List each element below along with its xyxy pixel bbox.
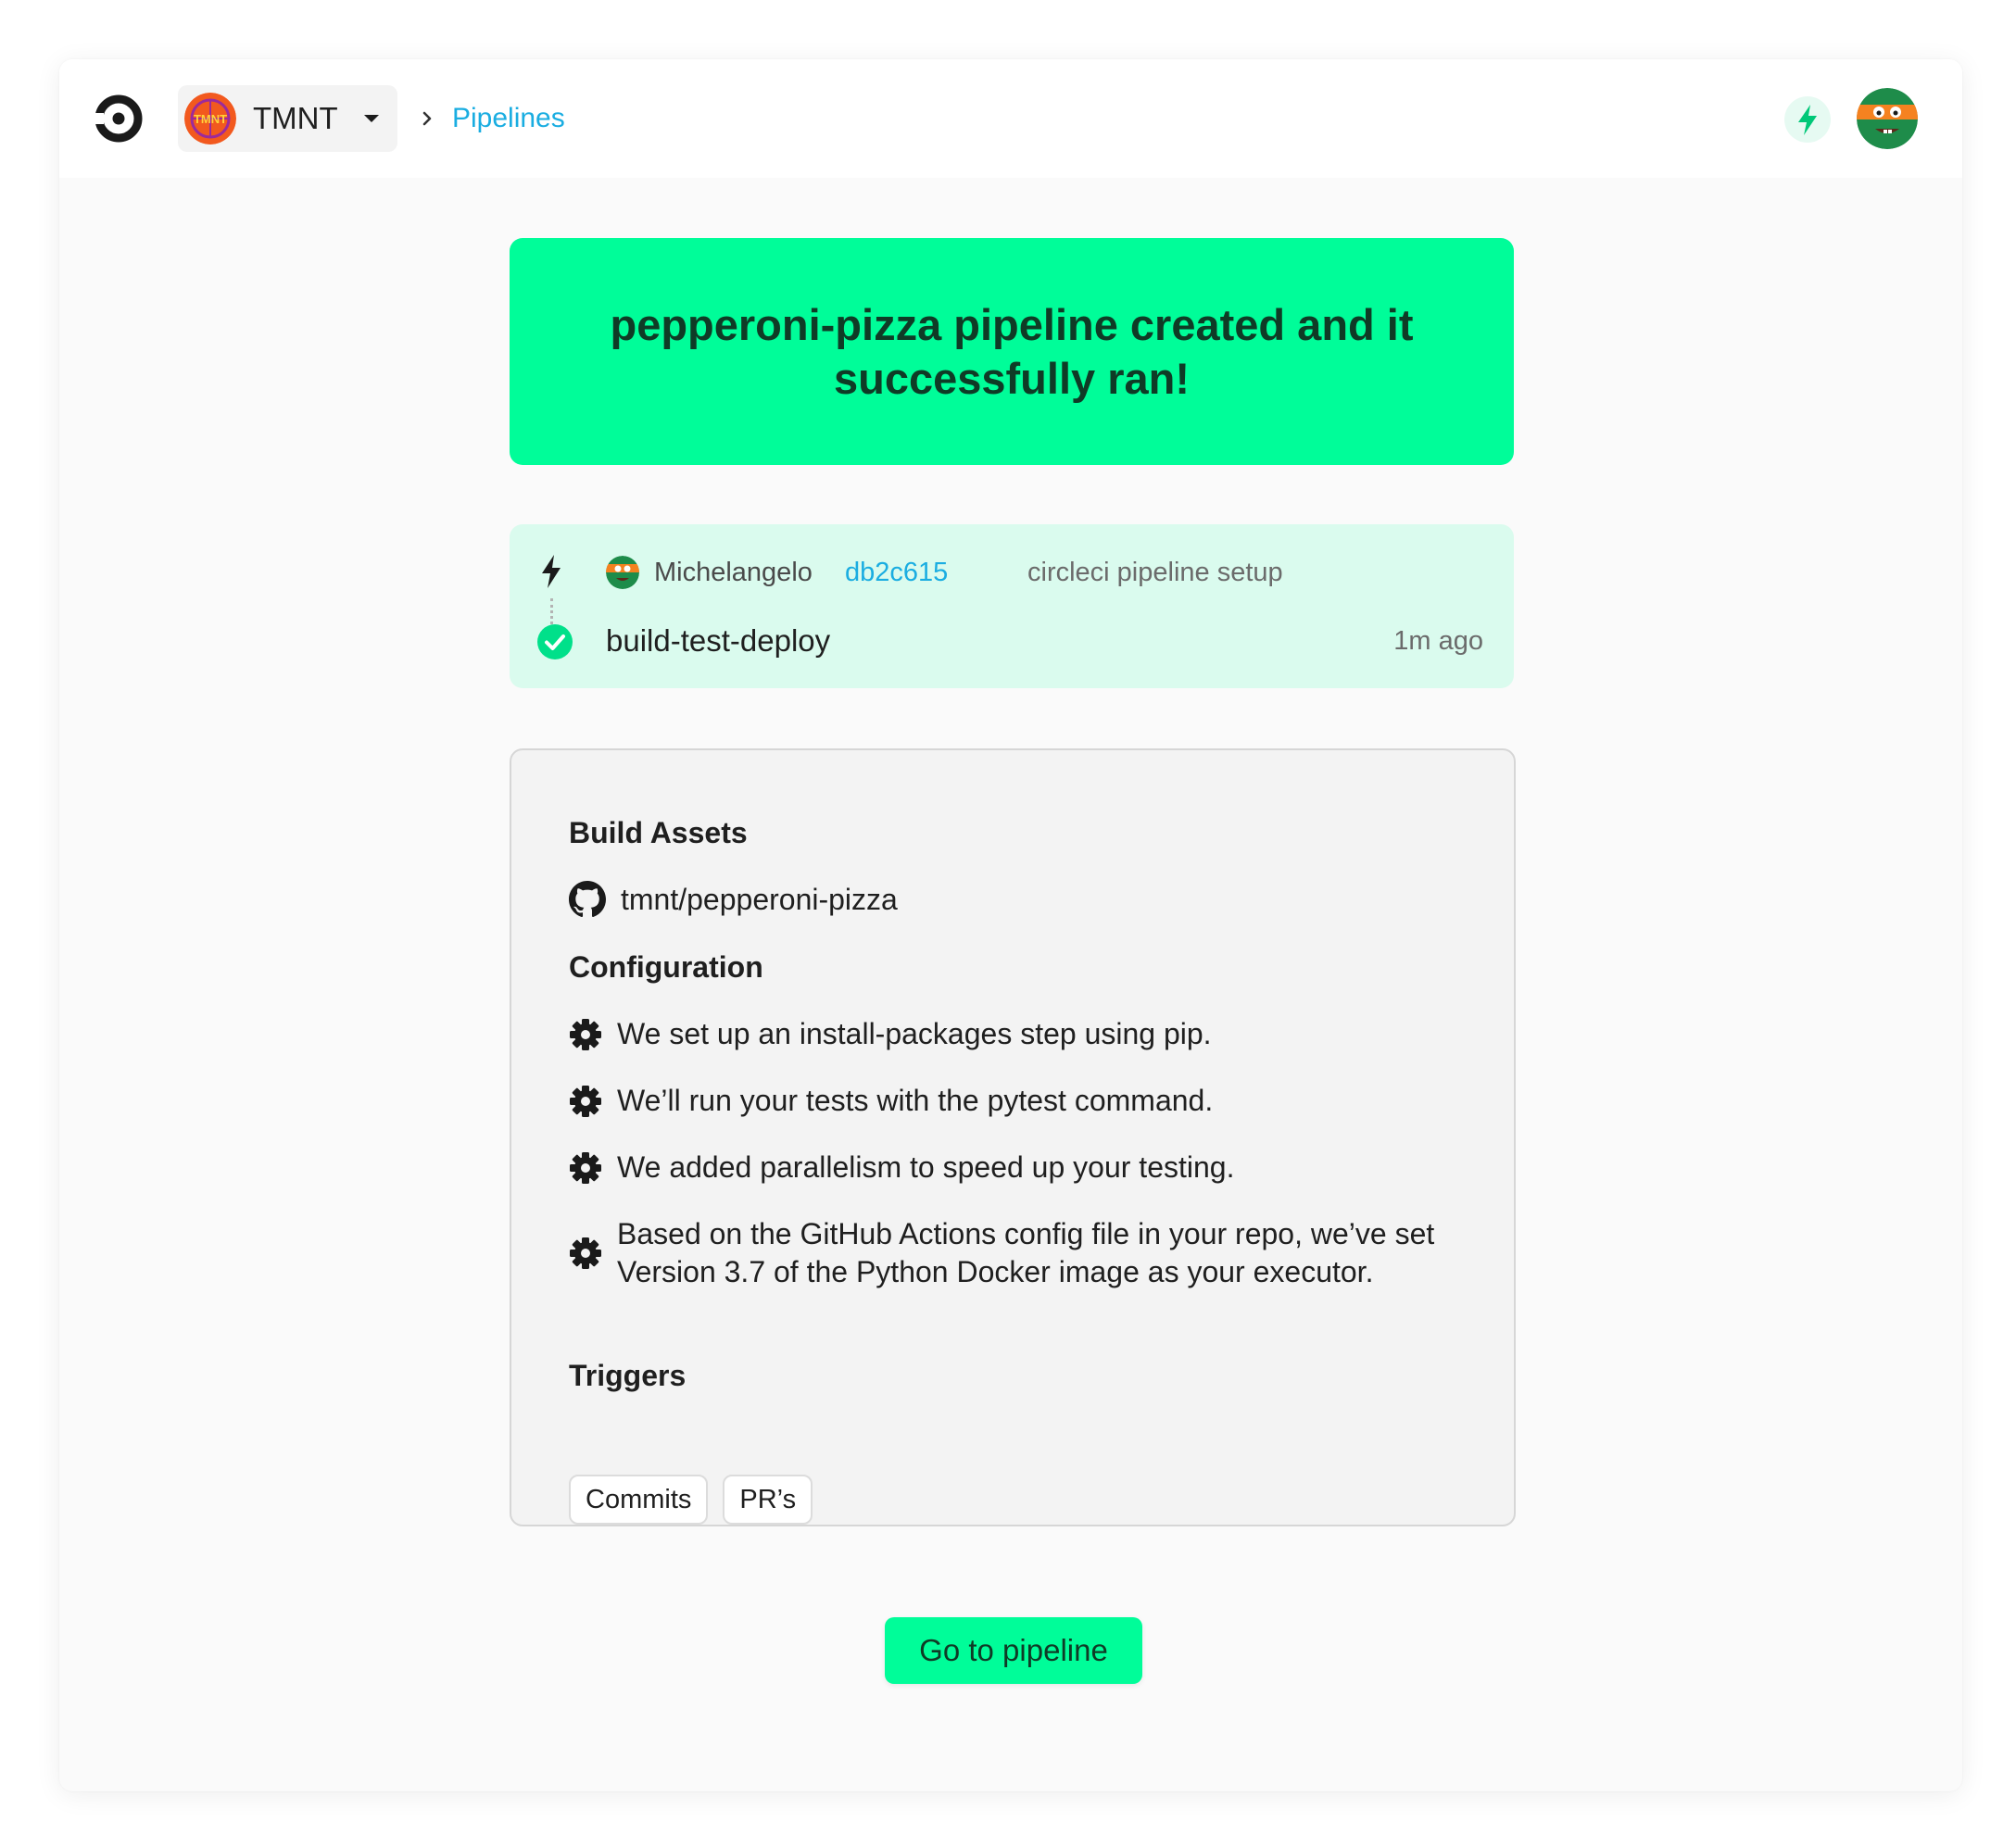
commit-message: circleci pipeline setup [1027,558,1283,587]
success-banner: pepperoni-pizza pipeline created and it … [510,238,1514,465]
user-avatar[interactable] [1857,88,1918,149]
org-avatar: TMNT [184,93,236,144]
whats-new-button[interactable] [1784,96,1831,143]
trigger-chips: Commits PR’s [569,1475,827,1525]
gear-icon [570,1018,601,1050]
workflow-name[interactable]: build-test-deploy [606,621,830,661]
config-item: We set up an install-packages step using… [569,1015,1458,1053]
run-timestamp: 1m ago [1393,626,1483,656]
repo-name[interactable]: tmnt/pepperoni-pizza [621,880,898,919]
repo-row: tmnt/pepperoni-pizza [569,880,898,919]
pipeline-run-card[interactable]: Michelangelo db2c615 circleci pipeline s… [510,524,1514,688]
author-avatar [606,556,639,589]
commit-hash-link[interactable]: db2c615 [845,556,948,589]
breadcrumb-pipelines-link[interactable]: Pipelines [452,100,565,137]
run-connector-line [550,598,553,624]
build-assets-heading: Build Assets [569,816,748,849]
config-item: Based on the GitHub Actions config file … [569,1215,1458,1291]
top-navigation: TMNT TMNT Pipelines [59,59,1962,178]
config-item-text: We set up an install-packages step using… [617,1017,1212,1050]
chevron-right-icon [422,111,432,126]
config-item-text: Based on the GitHub Actions config file … [617,1217,1435,1288]
trigger-chip-commits[interactable]: Commits [569,1475,709,1525]
caret-down-icon [363,115,379,122]
org-switcher[interactable]: TMNT TMNT [178,85,397,152]
check-circle-icon [537,624,573,659]
configuration-heading: Configuration [569,950,763,984]
bolt-icon [1798,105,1817,135]
svg-text:TMNT: TMNT [194,112,227,126]
github-icon [569,881,606,918]
trigger-chip-prs[interactable]: PR’s [723,1475,813,1525]
config-item: We added parallelism to speed up your te… [569,1149,1458,1187]
config-item-text: We’ll run your tests with the pytest com… [617,1084,1214,1117]
config-item: We’ll run your tests with the pytest com… [569,1082,1458,1120]
circleci-logo-icon[interactable] [93,93,145,144]
org-name: TMNT [253,101,338,135]
gear-icon [570,1085,601,1117]
config-item-text: We added parallelism to speed up your te… [617,1150,1235,1184]
gear-icon [570,1151,601,1184]
bolt-icon [542,555,561,588]
go-to-pipeline-button[interactable]: Go to pipeline [885,1617,1142,1684]
pipeline-details-panel: Build Assets tmnt/pepperoni-pizza Config… [510,748,1516,1526]
triggers-heading: Triggers [569,1359,687,1392]
gear-icon [570,1237,601,1269]
commit-author: Michelangelo [654,558,813,587]
success-message: pepperoni-pizza pipeline created and it … [610,299,1414,403]
app-window: TMNT TMNT Pipelines pepperoni-pizza pipe… [59,59,1962,1791]
